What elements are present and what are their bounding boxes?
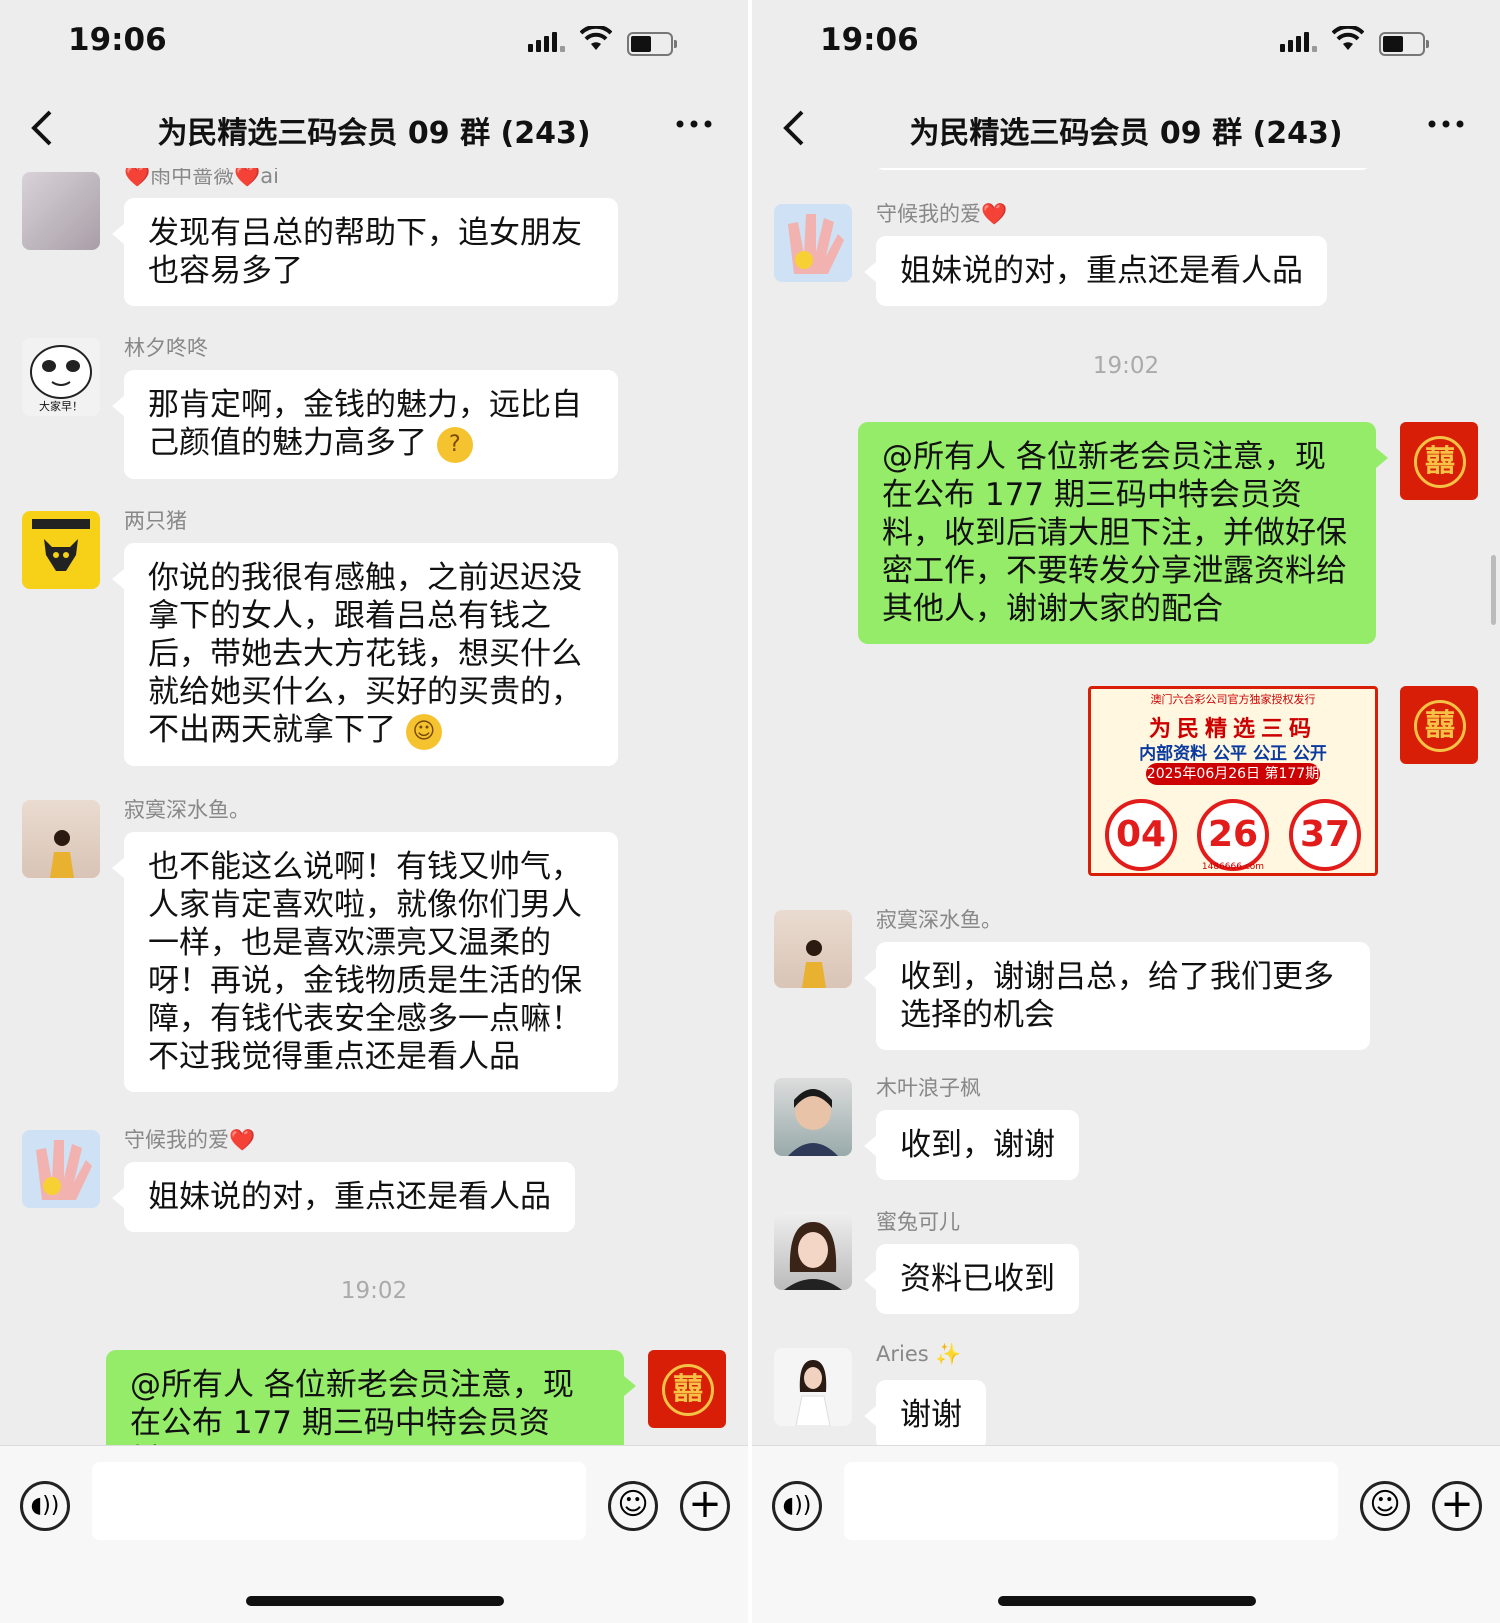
right-chat-screen: 19:06 为民精选三码会员 09 群 (243) 守候我的爱❤️ 姐妹说的对，…: [752, 0, 1500, 1623]
grin-emoji-icon: ☺: [405, 713, 442, 750]
signal-icon: [1280, 32, 1318, 52]
signal-icon: [528, 32, 566, 52]
sender-name: 寂寞深水鱼。: [876, 908, 1002, 932]
sender-name: 两只猪: [124, 509, 187, 533]
sender-name: ❤️雨中蔷薇❤️ai: [124, 168, 279, 188]
more-icon[interactable]: [1426, 104, 1466, 153]
lottery-subtitle: 内部资料 公平 公正 公开: [1139, 744, 1327, 764]
my-avatar[interactable]: 囍: [1400, 422, 1478, 500]
chat-header: 为民精选三码会员 09 群 (243): [0, 90, 748, 168]
wifi-icon: [580, 26, 612, 50]
avatar[interactable]: [774, 1078, 852, 1156]
message-bubble[interactable]: 那肯定啊，金钱的魅力，远比自己颜值的魅力高多了 ?: [112, 370, 618, 479]
lottery-date: 2025年06月26日 第177期: [1146, 763, 1320, 785]
home-indicator: [246, 1596, 504, 1606]
chat-header: 为民精选三码会员 09 群 (243): [752, 90, 1500, 168]
plus-icon[interactable]: +: [1432, 1481, 1482, 1531]
message-bubble[interactable]: 资料已收到: [864, 1244, 1079, 1314]
thinking-emoji-icon: ?: [436, 426, 473, 463]
more-icon[interactable]: [674, 104, 714, 153]
chat-title: 为民精选三码会员 09 群 (243): [157, 116, 591, 151]
timestamp: 19:02: [1092, 353, 1160, 379]
timestamp: 19:02: [340, 1278, 408, 1304]
lottery-footer: 1486666.com: [1201, 862, 1265, 872]
scroll-indicator[interactable]: [1491, 555, 1496, 625]
my-avatar[interactable]: 囍: [1400, 686, 1478, 764]
battery-icon: [1379, 32, 1429, 56]
input-bar: ◖)) ☺ +: [0, 1445, 748, 1623]
wifi-icon: [1332, 26, 1364, 50]
lottery-image[interactable]: 澳门六合彩公司官方独家授权发行 为民精选三码 内部资料 公平 公正 公开 202…: [1088, 686, 1378, 876]
status-time: 19:06: [68, 22, 167, 58]
left-chat-screen: 19:06 为民精选三码会员 09 群 (243) ❤️雨中蔷薇❤️ai 发现有…: [0, 0, 748, 1623]
avatar[interactable]: [774, 1212, 852, 1290]
double-happiness-icon: 囍: [1414, 700, 1466, 752]
message-text: 那肯定啊，金钱的魅力，远比自己颜值的魅力高多了: [148, 387, 582, 461]
battery-icon: [627, 32, 677, 56]
message-bubble[interactable]: 谢谢: [864, 1380, 986, 1445]
avatar[interactable]: [22, 1130, 100, 1208]
message-list[interactable]: 守候我的爱❤️ 姐妹说的对，重点还是看人品 19:02 @所有人 各位新老会员注…: [752, 168, 1500, 1445]
message-bubble[interactable]: 收到，谢谢: [864, 1110, 1079, 1180]
partial-bubble: [876, 168, 1370, 170]
my-avatar[interactable]: 囍: [648, 1350, 726, 1428]
status-bar: 19:06: [0, 0, 748, 90]
message-bubble[interactable]: 姐妹说的对，重点还是看人品: [112, 1162, 575, 1232]
message-bubble[interactable]: 你说的我很有感触，之前迟迟没拿下的女人，跟着吕总有钱之后，带她去大方花钱，想买什…: [112, 543, 618, 766]
sender-name: 木叶浪子枫: [876, 1076, 981, 1100]
avatar[interactable]: [22, 172, 100, 250]
double-happiness-icon: 囍: [662, 1364, 714, 1416]
message-text: 你说的我很有感触，之前迟迟没拿下的女人，跟着吕总有钱之后，带她去大方花钱，想买什…: [148, 560, 582, 748]
emoji-icon[interactable]: ☺: [608, 1481, 658, 1531]
message-bubble[interactable]: 姐妹说的对，重点还是看人品: [864, 236, 1327, 306]
message-list[interactable]: ❤️雨中蔷薇❤️ai 发现有吕总的帮助下，追女朋友也容易多了 大家早！ 林夕咚咚…: [0, 168, 748, 1445]
sender-name: 守候我的爱❤️: [124, 1128, 256, 1152]
status-time: 19:06: [820, 22, 919, 58]
avatar-caption: 大家早！: [39, 400, 83, 413]
avatar[interactable]: [774, 204, 852, 282]
avatar[interactable]: [774, 1348, 852, 1426]
message-input[interactable]: [92, 1462, 586, 1540]
voice-icon[interactable]: ◖)): [20, 1481, 70, 1531]
home-indicator: [998, 1596, 1256, 1606]
double-happiness-icon: 囍: [1414, 436, 1466, 488]
message-input[interactable]: [844, 1462, 1338, 1540]
message-bubble[interactable]: 也不能这么说啊！有钱又帅气，人家肯定喜欢啦，就像你们男人一样，也是喜欢漂亮又温柔…: [112, 832, 618, 1092]
message-bubble[interactable]: 收到，谢谢吕总，给了我们更多选择的机会: [864, 942, 1370, 1050]
chat-title: 为民精选三码会员 09 群 (243): [909, 116, 1343, 151]
status-bar: 19:06: [752, 0, 1500, 90]
avatar[interactable]: [774, 910, 852, 988]
input-bar: ◖)) ☺ +: [752, 1445, 1500, 1623]
my-message-bubble[interactable]: @所有人 各位新老会员注意，现在公布 177 期三码中特会员资料，: [106, 1350, 636, 1445]
plus-icon[interactable]: +: [680, 1481, 730, 1531]
sender-name: 蜜兔可儿: [876, 1210, 960, 1234]
sender-name: 寂寞深水鱼。: [124, 798, 250, 822]
message-bubble[interactable]: 发现有吕总的帮助下，追女朋友也容易多了: [112, 198, 618, 306]
back-chevron-left-icon[interactable]: [30, 110, 66, 146]
sender-name: Aries ✨: [876, 1342, 962, 1366]
emoji-icon[interactable]: ☺: [1360, 1481, 1410, 1531]
avatar[interactable]: 大家早！: [22, 338, 100, 416]
sender-name: 守候我的爱❤️: [876, 202, 1008, 226]
avatar[interactable]: [22, 511, 100, 589]
back-chevron-left-icon[interactable]: [782, 110, 818, 146]
my-message-bubble[interactable]: @所有人 各位新老会员注意，现在公布 177 期三码中特会员资料，收到后请大胆下…: [858, 422, 1388, 644]
lottery-head: 澳门六合彩公司官方独家授权发行: [1150, 693, 1316, 706]
sender-name: 林夕咚咚: [124, 336, 208, 360]
avatar[interactable]: [22, 800, 100, 878]
voice-icon[interactable]: ◖)): [772, 1481, 822, 1531]
